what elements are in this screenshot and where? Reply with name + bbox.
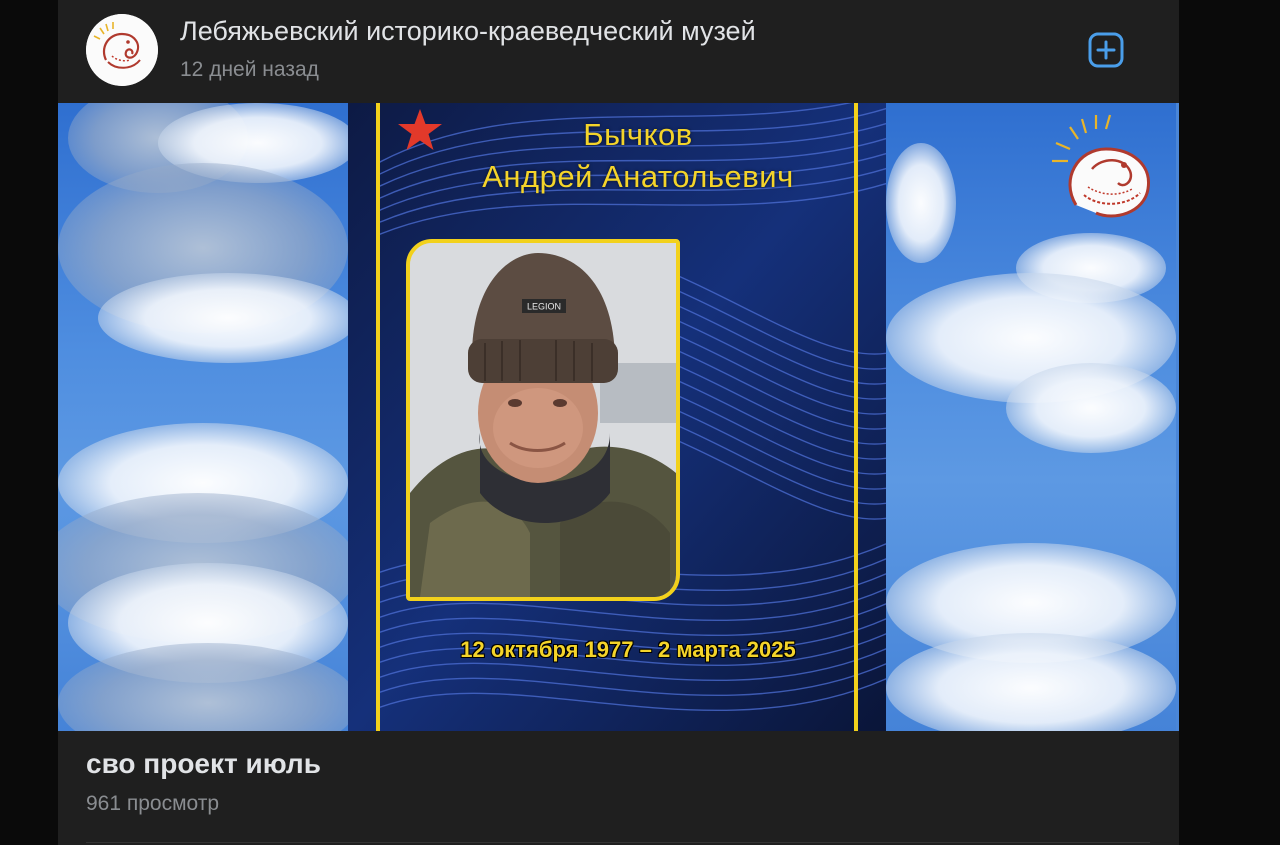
museum-watermark-icon (1052, 114, 1150, 218)
sky-background-left (58, 103, 348, 731)
post-date: 12 дней назад (180, 58, 319, 81)
video-title[interactable]: сво проект июль (86, 748, 321, 780)
memorial-poster: Бычков Андрей Анатольевич LEGION 12 октя… (348, 103, 886, 731)
poster-given-names: Андрей Анатольевич (482, 159, 794, 194)
hat-label: LEGION (527, 302, 561, 312)
divider (86, 842, 1150, 843)
poster-dates: 12 октября 1977 – 2 марта 2025 (460, 637, 796, 662)
video-post-card: Лебяжьевский историко-краеведческий музе… (58, 0, 1179, 845)
channel-name[interactable]: Лебяжьевский историко-краеведческий музе… (180, 16, 756, 47)
video-player[interactable]: Бычков Андрей Анатольевич LEGION 12 октя… (58, 103, 1179, 731)
portrait-image: LEGION (410, 243, 676, 597)
post-header: Лебяжьевский историко-краеведческий музе… (58, 0, 1179, 103)
museum-logo-icon (86, 14, 158, 86)
add-button[interactable] (1086, 30, 1126, 70)
poster-frame-left (376, 103, 380, 731)
channel-avatar[interactable] (86, 14, 158, 86)
poster-surname: Бычков (583, 117, 693, 152)
poster-frame-right (854, 103, 858, 731)
portrait-photo: LEGION (406, 239, 680, 601)
plus-square-icon (1088, 32, 1124, 68)
view-count: 961 просмотр (86, 792, 220, 815)
